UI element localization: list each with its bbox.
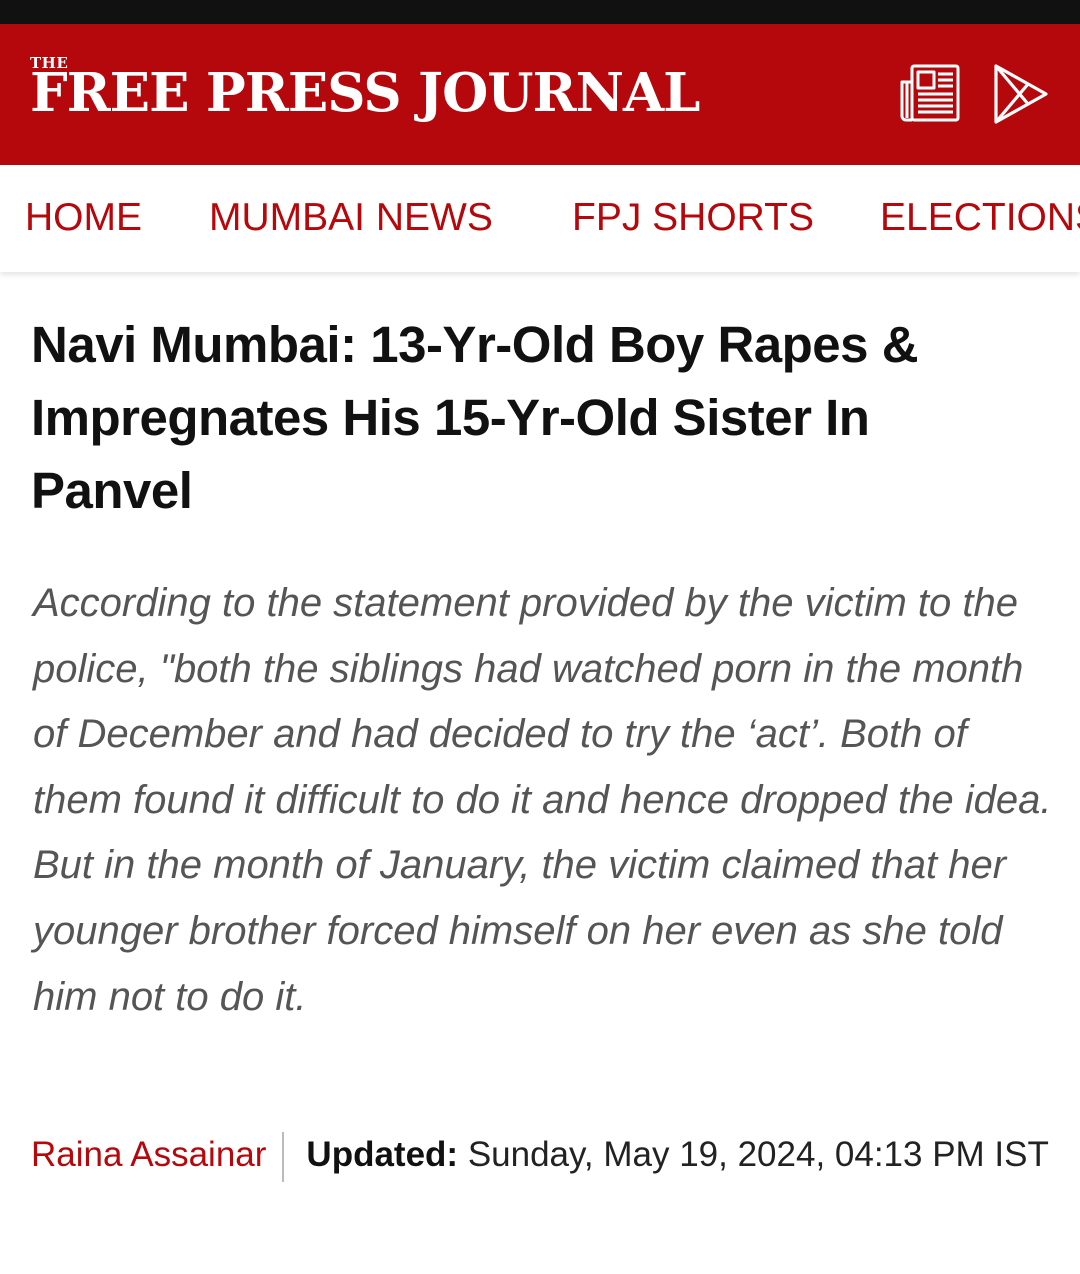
article-byline: Raina Assainar Updated: Sunday, May 19, 2… [31,1127,1051,1182]
author-link[interactable]: Raina Assainar [31,1135,266,1174]
updated-label: Updated: [306,1135,459,1174]
nav-item-mumbai-news[interactable]: MUMBAI NEWS [209,195,493,242]
play-store-icon[interactable] [990,62,1054,126]
main-nav: HOME MUMBAI NEWS FPJ SHORTS ELECTIONS [0,165,1080,272]
updated-timestamp: Sunday, May 19, 2024, 04:13 PM IST [467,1135,1049,1174]
newspaper-icon[interactable] [898,62,962,126]
logo-title: FREE PRESS JOURNAL [30,62,700,124]
article-summary: According to the statement provided by t… [33,581,1052,1019]
byline-divider [282,1131,285,1182]
nav-item-elections[interactable]: ELECTIONS [880,195,1080,242]
site-header: THE FREE PRESS JOURNAL [0,24,1080,165]
site-logo[interactable]: THE FREE PRESS JOURNAL [30,54,730,134]
nav-item-home[interactable]: HOME [25,195,142,242]
article-headline: Navi Mumbai: 13-Yr-Old Boy Rapes & Impre… [31,316,919,519]
status-bar [0,0,1080,24]
nav-item-fpj-shorts[interactable]: FPJ SHORTS [572,195,814,242]
